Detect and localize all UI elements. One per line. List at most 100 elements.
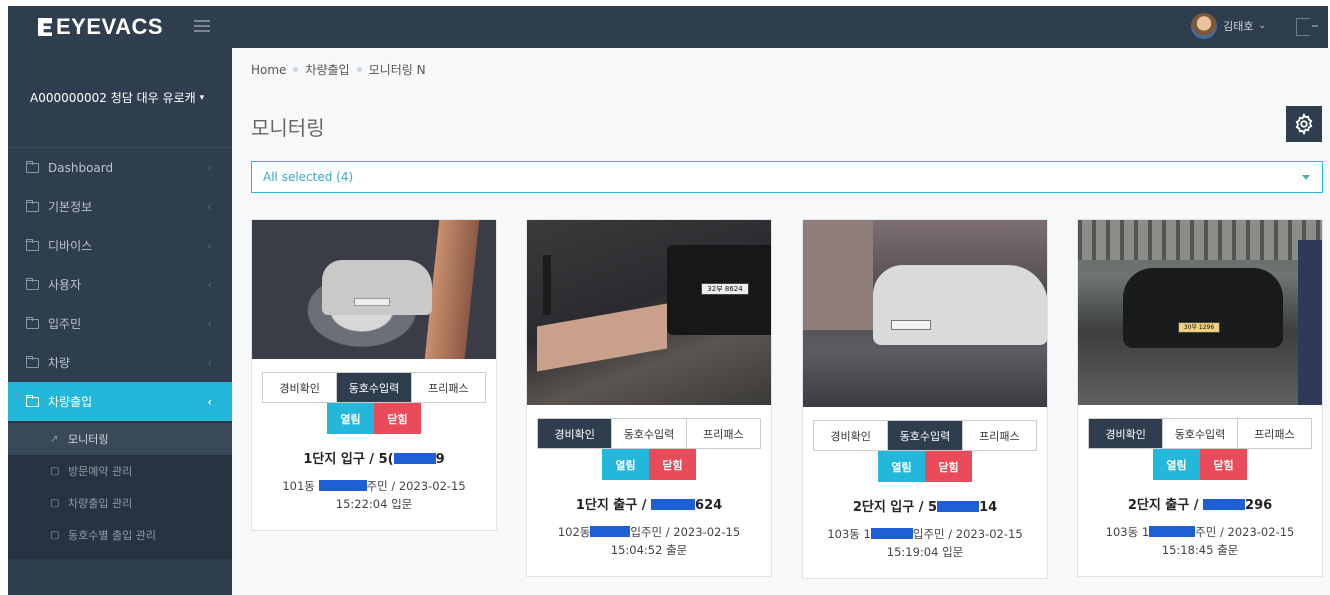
card-title: 1단지 출구 / 624 bbox=[527, 494, 771, 513]
sidebar-item-vehicle-access[interactable]: 차량출입 ‹ bbox=[8, 382, 232, 421]
card-info-part: 주민 / 2023-02-15 bbox=[366, 479, 466, 493]
card-info-time: 15:19:04 입문 bbox=[886, 545, 964, 559]
gate-open-button[interactable]: 열림 bbox=[1153, 449, 1200, 480]
sidebar-subitem-monitoring[interactable]: ↗ 모니터링 bbox=[8, 423, 232, 455]
card-title-part: 1단지 출구 / bbox=[575, 498, 652, 513]
card-title-part: 296 bbox=[1245, 498, 1273, 513]
card-title: 1단지 입구 / 5(9 bbox=[252, 448, 496, 467]
gate-open-button[interactable]: 열림 bbox=[878, 451, 925, 482]
card-info-part: 103동 1 bbox=[1105, 525, 1150, 539]
sidebar-subitem-access-management[interactable]: ▢ 차량출입 관리 bbox=[8, 487, 232, 519]
sidebar-item-label: 기본정보 bbox=[48, 200, 93, 214]
breadcrumb-separator bbox=[356, 67, 362, 72]
sidebar-item-users[interactable]: 사용자 ‹ bbox=[8, 265, 232, 304]
camera-card: 경비확인 동호수입력 프리패스 열림 닫힘 1단지 입구 / 5(9 101동 … bbox=[251, 219, 497, 531]
license-plate: 32부 8624 bbox=[701, 283, 749, 295]
tab-guard-check[interactable]: 경비확인 bbox=[538, 419, 613, 448]
app: EYEVACS 김태호 ⌄ A000000002 청담 대우 유로캐 ▾ Das… bbox=[0, 0, 1330, 595]
gate-controls: 열림 닫힘 bbox=[803, 451, 1047, 482]
card-info-part: 102동 bbox=[557, 525, 591, 539]
tab-unit-input[interactable]: 동호수입력 bbox=[888, 421, 963, 450]
tab-free-pass[interactable]: 프리패스 bbox=[1238, 419, 1311, 448]
folder-icon bbox=[26, 316, 39, 329]
redaction-bar bbox=[870, 528, 913, 539]
chevron-left-icon: ‹ bbox=[207, 277, 212, 292]
card-title-part: 2단지 출구 / bbox=[1127, 498, 1204, 513]
chevron-left-icon: ‹ bbox=[207, 394, 212, 409]
gate-close-button[interactable]: 닫힘 bbox=[925, 451, 972, 482]
site-selector[interactable]: A000000002 청담 대우 유로캐 ▾ bbox=[8, 48, 232, 148]
sidebar-item-label: 디바이스 bbox=[48, 239, 93, 253]
tab-free-pass[interactable]: 프리패스 bbox=[412, 373, 485, 402]
file-icon: ▢ bbox=[50, 497, 60, 509]
settings-button[interactable] bbox=[1286, 106, 1322, 142]
gate-open-button[interactable]: 열림 bbox=[602, 449, 649, 480]
file-icon: ▢ bbox=[50, 465, 60, 477]
tab-free-pass[interactable]: 프리패스 bbox=[687, 419, 760, 448]
camera-snapshot[interactable] bbox=[803, 220, 1047, 407]
card-title: 2단지 입구 / 5 14 bbox=[803, 496, 1047, 515]
mode-tabs: 경비확인 동호수입력 프리패스 bbox=[537, 418, 761, 449]
device-filter-select[interactable]: All selected (4) bbox=[251, 161, 1323, 193]
card-info-time: 15:22:04 입문 bbox=[335, 497, 413, 511]
sidebar: A000000002 청담 대우 유로캐 ▾ Dashboard ‹ 기본정보 ‹ … bbox=[8, 48, 232, 595]
main-content: Home 차량출입 모니터링 N 모니터링 All selected (4) 경… bbox=[232, 48, 1330, 595]
redaction-bar bbox=[1203, 499, 1246, 510]
redaction-bar bbox=[590, 526, 631, 537]
sidebar-item-devices[interactable]: 디바이스 ‹ bbox=[8, 226, 232, 265]
sidebar-item-vehicles[interactable]: 차량 ‹ bbox=[8, 343, 232, 382]
gate-close-button[interactable]: 닫힘 bbox=[374, 403, 421, 434]
sidebar-item-label: 사용자 bbox=[48, 278, 82, 292]
breadcrumb-separator bbox=[293, 67, 299, 72]
mode-tabs: 경비확인 동호수입력 프리패스 bbox=[813, 420, 1037, 451]
sidebar-subitem-visit-reservation[interactable]: ▢ 방문예약 관리 bbox=[8, 455, 232, 487]
camera-snapshot[interactable] bbox=[252, 220, 496, 359]
card-info-part: 입주민 / 2023-02-15 bbox=[630, 525, 741, 539]
card-info-part: 입주민 / 2023-02-15 bbox=[912, 527, 1023, 541]
camera-card: 30부 1296 경비확인 동호수입력 프리패스 열림 닫힘 2단지 출구 / … bbox=[1077, 219, 1323, 577]
redaction-bar bbox=[318, 480, 367, 491]
gate-close-button[interactable]: 닫힘 bbox=[1200, 449, 1247, 480]
tab-unit-input[interactable]: 동호수입력 bbox=[612, 419, 687, 448]
folder-icon bbox=[26, 277, 39, 290]
user-menu[interactable]: 김태호 ⌄ bbox=[1191, 13, 1266, 39]
breadcrumb: Home 차량출입 모니터링 N bbox=[251, 61, 426, 78]
gate-open-button[interactable]: 열림 bbox=[327, 403, 374, 434]
gate-controls: 열림 닫힘 bbox=[527, 449, 771, 480]
sidebar-item-basic-info[interactable]: 기본정보 ‹ bbox=[8, 187, 232, 226]
tab-guard-check[interactable]: 경비확인 bbox=[814, 421, 889, 450]
tab-unit-input[interactable]: 동호수입력 bbox=[1163, 419, 1238, 448]
chevron-left-icon: ‹ bbox=[207, 355, 212, 370]
hamburger-menu-icon[interactable] bbox=[194, 20, 210, 32]
camera-snapshot[interactable]: 30부 1296 bbox=[1078, 220, 1322, 405]
card-info: 102동 입주민 / 2023-02-15 15:04:52 출문 bbox=[527, 523, 771, 559]
file-icon: ▢ bbox=[50, 529, 60, 541]
gate-close-button[interactable]: 닫힘 bbox=[649, 449, 696, 480]
camera-card: 32부 8624 경비확인 동호수입력 프리패스 열림 닫힘 1단지 출구 / … bbox=[526, 219, 772, 577]
card-info-part: 101동 bbox=[282, 479, 319, 493]
eyevacs-logo-icon bbox=[38, 18, 52, 36]
breadcrumb-item[interactable]: 차량출입 bbox=[305, 61, 349, 78]
breadcrumb-home[interactable]: Home bbox=[251, 63, 286, 77]
card-info: 103동 1 입주민 / 2023-02-15 15:19:04 입문 bbox=[803, 525, 1047, 561]
sidebar-item-dashboard[interactable]: Dashboard ‹ bbox=[8, 148, 232, 187]
sidebar-item-residents[interactable]: 입주민 ‹ bbox=[8, 304, 232, 343]
caret-down-icon bbox=[1302, 175, 1310, 180]
page-title: 모니터링 bbox=[251, 116, 325, 140]
tab-guard-check[interactable]: 경비확인 bbox=[1089, 419, 1164, 448]
sidebar-item-label: 차량출입 bbox=[48, 395, 93, 409]
logout-icon[interactable] bbox=[1296, 18, 1318, 36]
sidebar-subitem-unit-access[interactable]: ▢ 동호수별 출입 관리 bbox=[8, 519, 232, 551]
camera-card: 경비확인 동호수입력 프리패스 열림 닫힘 2단지 입구 / 5 14 103동 … bbox=[802, 219, 1048, 579]
camera-snapshot[interactable]: 32부 8624 bbox=[527, 220, 771, 405]
license-plate bbox=[891, 320, 931, 330]
filter-value: All selected (4) bbox=[263, 170, 354, 184]
breadcrumb-current: 모니터링 N bbox=[368, 63, 426, 77]
sidebar-item-label: Dashboard bbox=[48, 160, 114, 175]
sidebar-item-label: 입주민 bbox=[48, 317, 82, 331]
tab-guard-check[interactable]: 경비확인 bbox=[263, 373, 338, 402]
sidebar-subitem-label: 동호수별 출입 관리 bbox=[68, 529, 156, 542]
tab-unit-input[interactable]: 동호수입력 bbox=[337, 373, 412, 402]
card-info-time: 15:18:45 출문 bbox=[1161, 543, 1239, 557]
tab-free-pass[interactable]: 프리패스 bbox=[963, 421, 1036, 450]
